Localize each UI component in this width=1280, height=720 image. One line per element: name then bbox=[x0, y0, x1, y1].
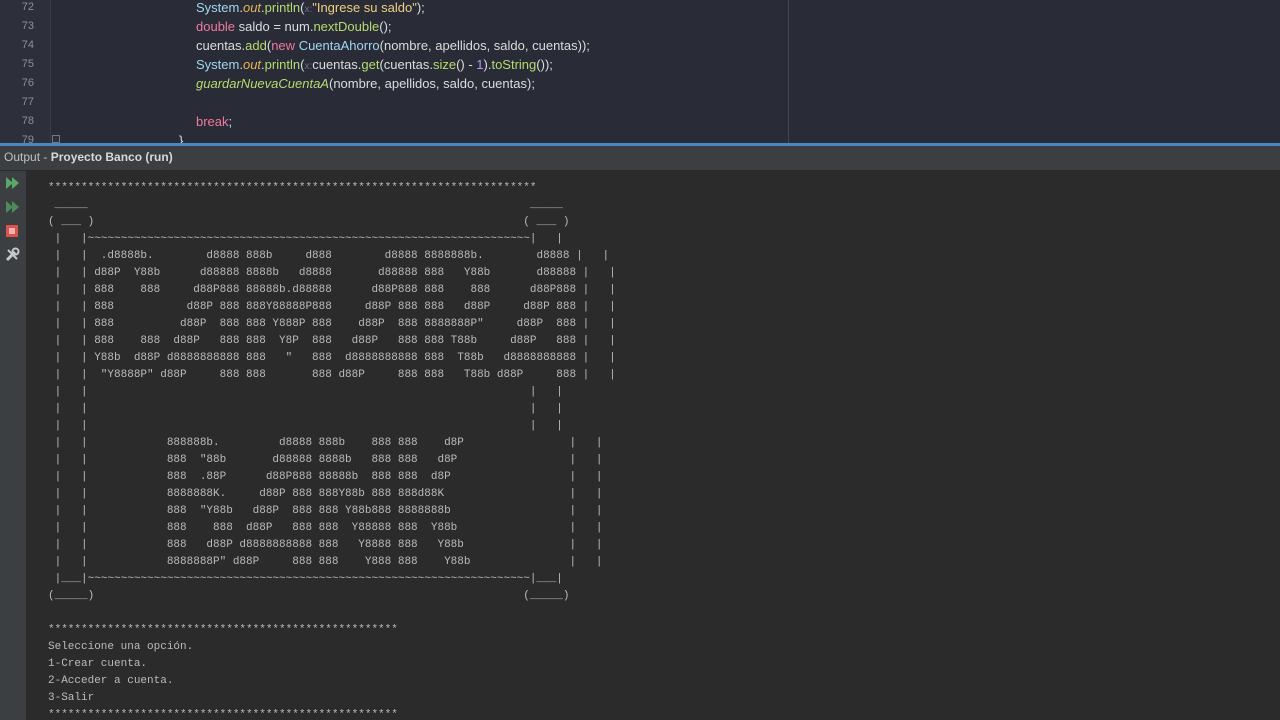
line-number: 76 bbox=[21, 77, 34, 89]
code-token: println bbox=[264, 57, 301, 72]
output-toolbar bbox=[0, 171, 27, 720]
output-title-prefix: Output - bbox=[4, 150, 51, 164]
code-token: ()); bbox=[536, 57, 553, 72]
code-token: ; bbox=[228, 114, 233, 129]
rerun-icon bbox=[6, 177, 19, 189]
code-token: guardarNuevaCuentaA bbox=[196, 76, 329, 91]
code-token: size bbox=[432, 57, 457, 72]
settings-button[interactable] bbox=[3, 246, 21, 264]
code-token: new bbox=[271, 38, 296, 53]
code-token: (cuentas. bbox=[379, 57, 433, 72]
code-token: get bbox=[361, 57, 380, 72]
output-process-name: Proyecto Banco (run) bbox=[50, 150, 173, 164]
line-number: 77 bbox=[21, 96, 34, 108]
code-line[interactable]: guardarNuevaCuentaA(nombre, apellidos, s… bbox=[196, 74, 535, 93]
output-panel-title: Output - Proyecto Banco (run) bbox=[4, 146, 173, 168]
code-token: (nombre, apellidos, saldo, cuentas)); bbox=[379, 38, 590, 53]
stop-icon bbox=[6, 225, 18, 237]
code-token: "Ingrese su saldo" bbox=[312, 0, 417, 15]
code-token: (); bbox=[379, 19, 392, 34]
code-token: 1 bbox=[476, 57, 484, 72]
code-token: out bbox=[242, 0, 262, 15]
code-token: break bbox=[196, 114, 229, 129]
right-margin-guide bbox=[788, 0, 789, 144]
output-console[interactable]: ****************************************… bbox=[27, 171, 1280, 720]
output-panel-header: Output - Proyecto Banco (run) bbox=[0, 146, 1280, 171]
code-token: (nombre, apellidos, saldo, cuentas); bbox=[328, 76, 535, 91]
line-number: 75 bbox=[21, 58, 34, 70]
line-number: 72 bbox=[21, 1, 34, 13]
code-line[interactable]: cuentas.add(new CuentaAhorro(nombre, ape… bbox=[196, 36, 590, 55]
code-token: nextDouble bbox=[313, 19, 380, 34]
line-number: 74 bbox=[21, 39, 34, 51]
code-editor[interactable]: 72 73 74 75 76 77 78 79 System.out.println(x:"I… bbox=[0, 0, 1280, 144]
code-line[interactable]: break; bbox=[196, 112, 232, 131]
code-token: System bbox=[196, 0, 240, 15]
rerun-with-options-icon bbox=[6, 201, 19, 213]
console-text[interactable]: ****************************************… bbox=[48, 180, 616, 720]
rerun-button[interactable] bbox=[3, 174, 21, 192]
code-token: saldo = num. bbox=[235, 19, 314, 34]
code-token: toString bbox=[491, 57, 537, 72]
code-line[interactable]: System.out.println(x:"Ingrese su saldo")… bbox=[196, 0, 425, 17]
stop-button[interactable] bbox=[3, 222, 21, 240]
rerun-with-options-button[interactable] bbox=[3, 198, 21, 216]
code-token: () - bbox=[456, 57, 477, 72]
code-token: add bbox=[245, 38, 267, 53]
code-token: cuentas. bbox=[312, 57, 362, 72]
code-token: System bbox=[196, 57, 240, 72]
code-line[interactable]: System.out.println(x:cuentas.get(cuentas… bbox=[196, 55, 553, 74]
code-token: CuentaAhorro bbox=[298, 38, 380, 53]
line-number: 73 bbox=[21, 20, 34, 32]
code-token: out bbox=[242, 57, 262, 72]
code-line[interactable]: double saldo = num.nextDouble(); bbox=[196, 17, 392, 36]
code-token: ); bbox=[416, 0, 425, 15]
code-token: println bbox=[264, 0, 301, 15]
line-number: 78 bbox=[21, 115, 34, 127]
ide-window: 72 73 74 75 76 77 78 79 System.out.println(x:"I… bbox=[0, 0, 1280, 720]
code-fold-icon[interactable] bbox=[52, 135, 60, 143]
code-token: double bbox=[196, 19, 236, 34]
settings-tools-icon bbox=[5, 247, 20, 262]
code-token: cuentas. bbox=[196, 38, 246, 53]
line-number-gutter: 72 73 74 75 76 77 78 79 bbox=[0, 0, 51, 144]
